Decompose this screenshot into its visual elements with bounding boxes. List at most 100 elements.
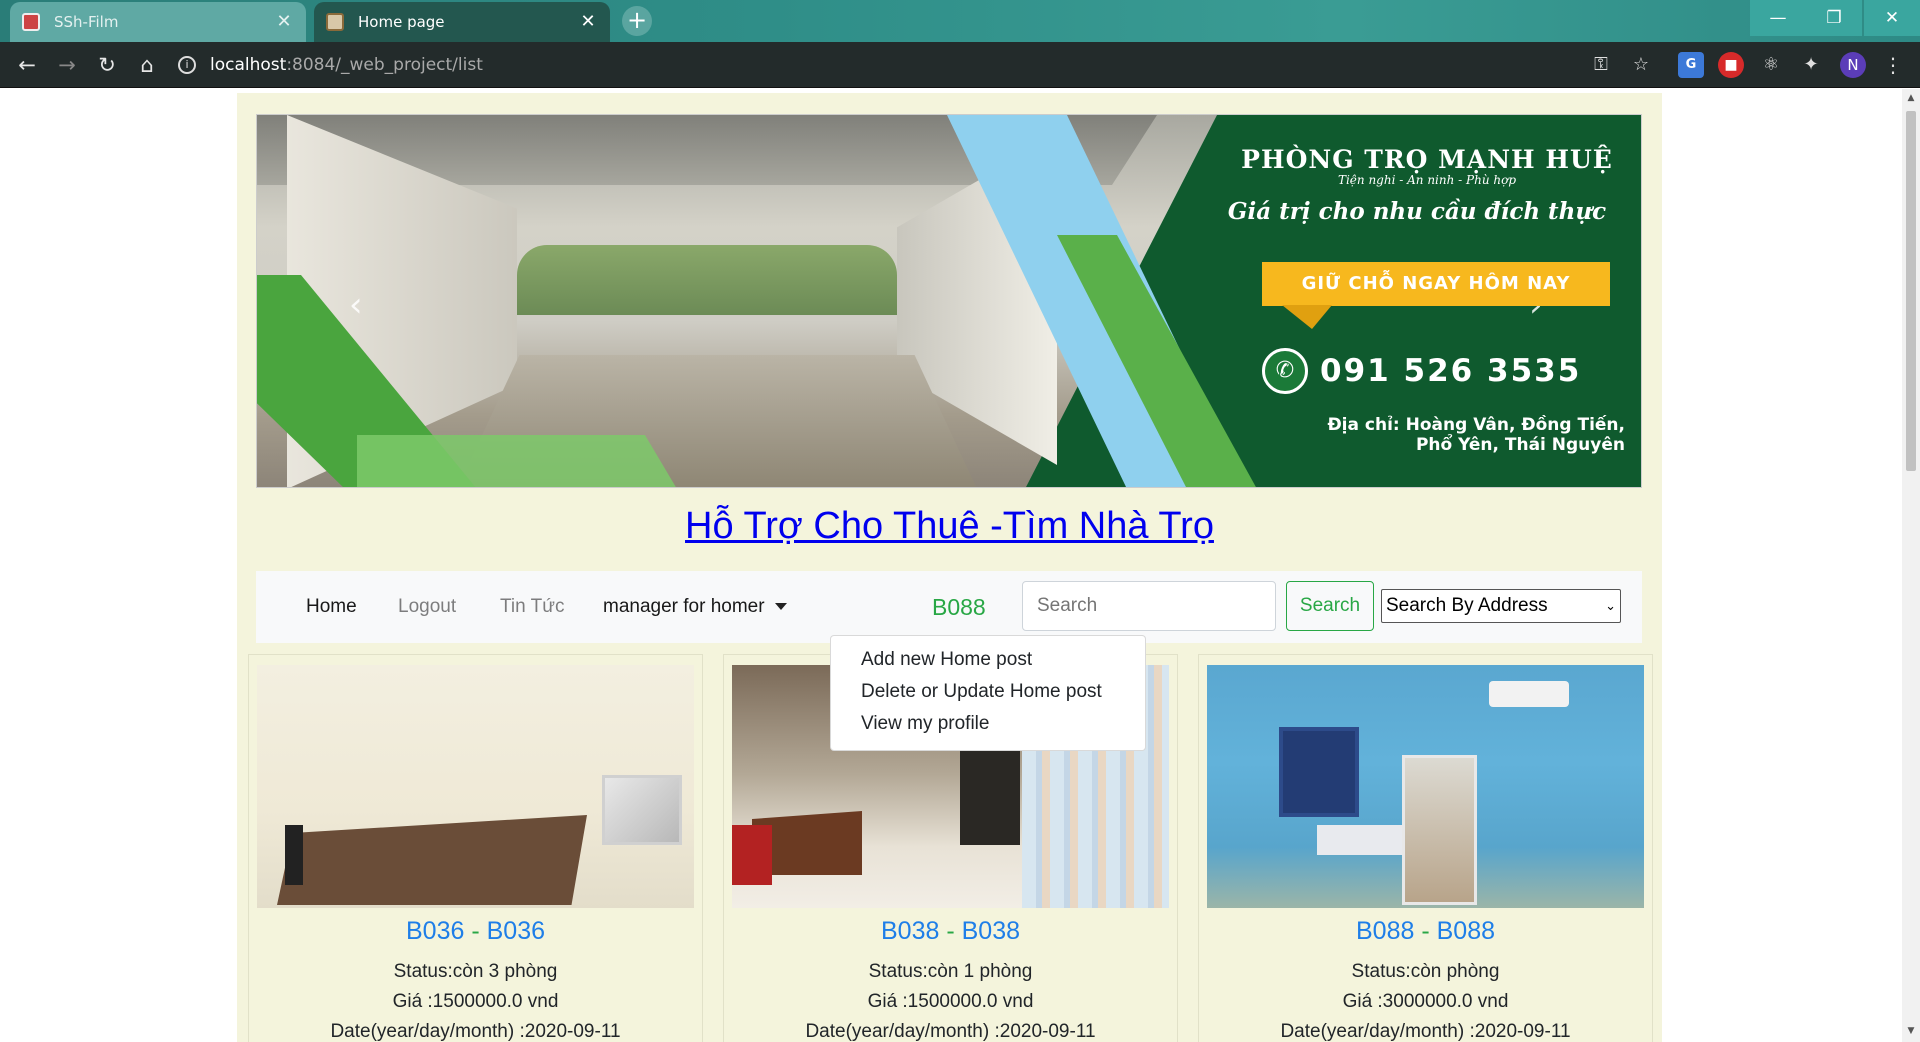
- nav-logout[interactable]: Logout: [398, 571, 456, 643]
- browser-toolbar: ← → ↻ ⌂ i localhost:8084/_web_project/li…: [0, 42, 1920, 88]
- navbar: Home Logout Tin Tức manager for homer B0…: [256, 571, 1642, 643]
- banner-cta-tail: [1282, 305, 1332, 329]
- avatar[interactable]: N: [1840, 52, 1866, 78]
- room-code: B036: [406, 917, 465, 945]
- photo-bed: [277, 815, 587, 905]
- search-by-select[interactable]: Search By Address ⌄: [1381, 589, 1621, 623]
- room-date: Date(year/day/month) :2020-09-11: [330, 1021, 621, 1042]
- translate-icon[interactable]: G: [1678, 52, 1704, 78]
- address-bar[interactable]: i localhost:8084/_web_project/list: [178, 50, 1578, 80]
- photo-counter: [1317, 825, 1407, 855]
- room-date: Date(year/day/month) :2020-09-11: [805, 1021, 1096, 1042]
- room-price: Giá :3000000.0 vnd: [1342, 991, 1509, 1012]
- reload-icon[interactable]: ↻: [92, 50, 122, 80]
- site-heading-link[interactable]: Hỗ Trợ Cho Thuê -Tìm Nhà Trọ: [237, 505, 1662, 548]
- close-tab-icon[interactable]: ✕: [578, 13, 598, 31]
- page-viewport: ‹ › PHÒNG TRỌ MẠNH HUỆ Tiện nghi - An ni…: [0, 89, 1920, 1042]
- tab-home-page[interactable]: Home page ✕: [314, 2, 610, 42]
- page-container: ‹ › PHÒNG TRỌ MẠNH HUỆ Tiện nghi - An ni…: [237, 93, 1662, 1042]
- banner-subtitle: Tiện nghi - An ninh - Phù hợp: [1337, 173, 1517, 187]
- key-icon[interactable]: ⚿: [1588, 52, 1614, 78]
- caret-down-icon: [774, 603, 787, 611]
- chevron-down-icon: ⌄: [1605, 598, 1616, 613]
- forward-icon[interactable]: →: [52, 50, 82, 80]
- restore-icon[interactable]: ❐: [1806, 0, 1862, 36]
- room-title-separator: -: [939, 917, 962, 945]
- menu-icon[interactable]: ⋮: [1880, 52, 1906, 78]
- banner-carousel: ‹ › PHÒNG TRỌ MẠNH HUỆ Tiện nghi - An ni…: [256, 114, 1642, 488]
- room-title[interactable]: B036 - B036: [249, 917, 702, 946]
- room-photo[interactable]: [257, 665, 694, 908]
- room-title-separator: -: [1414, 917, 1437, 945]
- room-code: B038: [881, 917, 940, 945]
- photo-window: [1279, 727, 1359, 817]
- atom-icon[interactable]: ⚛: [1758, 52, 1784, 78]
- banner-title: PHÒNG TRỌ MẠNH HUỆ: [1241, 145, 1613, 174]
- room-date: Date(year/day/month) :2020-09-11: [1280, 1021, 1571, 1042]
- url-host: localhost: [210, 55, 287, 75]
- room-title[interactable]: B088 - B088: [1199, 917, 1652, 946]
- puzzle-icon[interactable]: ✦: [1798, 52, 1824, 78]
- home-icon[interactable]: ⌂: [132, 50, 162, 80]
- scrollbar-thumb[interactable]: [1906, 111, 1916, 471]
- tab-title: Home page: [358, 13, 445, 31]
- phone-icon: ✆: [1262, 348, 1308, 394]
- banner-address: Địa chỉ: Hoàng Vân, Đồng Tiến, Phổ Yên, …: [1247, 415, 1625, 455]
- banner-slogan: Giá trị cho nhu cầu đích thực: [1227, 198, 1607, 225]
- photo-window: [602, 775, 682, 845]
- page-scrollbar[interactable]: ▲ ▼: [1902, 89, 1920, 1042]
- search-input[interactable]: [1022, 581, 1276, 631]
- tab-ssh-film[interactable]: SSh-Film ✕: [10, 2, 306, 42]
- menu-item-view-profile[interactable]: View my profile: [831, 708, 1145, 740]
- info-icon[interactable]: i: [178, 56, 196, 74]
- browser-tab-strip: SSh-Film ✕ Home page ✕ + — ❐ ✕: [0, 0, 1920, 42]
- minimize-icon[interactable]: —: [1750, 0, 1806, 36]
- photo-door: [1402, 755, 1477, 905]
- room-name: B038: [961, 917, 1020, 945]
- nav-home[interactable]: Home: [306, 571, 357, 643]
- banner-phone: 091 526 3535: [1320, 353, 1582, 389]
- new-tab-icon[interactable]: +: [622, 6, 652, 36]
- nav-news[interactable]: Tin Tức: [500, 571, 564, 643]
- nav-manager-label: manager for homer: [603, 596, 765, 617]
- room-name: B036: [486, 917, 545, 945]
- room-price: Giá :1500000.0 vnd: [392, 991, 559, 1012]
- nav-manager-dropdown[interactable]: manager for homer: [603, 571, 787, 643]
- tab-title: SSh-Film: [54, 13, 119, 31]
- extension-red-icon[interactable]: ■: [1718, 52, 1744, 78]
- close-tab-icon[interactable]: ✕: [274, 13, 294, 31]
- room-price: Giá :1500000.0 vnd: [867, 991, 1034, 1012]
- scroll-down-icon[interactable]: ▼: [1905, 1026, 1917, 1038]
- photo-bed-frame: [285, 825, 303, 885]
- room-photo[interactable]: [1207, 665, 1644, 908]
- room-card[interactable]: B036 - B036 Status:còn 3 phòng Giá :1500…: [248, 654, 703, 1042]
- room-status: Status:còn 1 phòng: [868, 961, 1033, 982]
- search-by-value: Search By Address: [1386, 595, 1548, 616]
- close-window-icon[interactable]: ✕: [1864, 0, 1920, 36]
- room-name: B088: [1436, 917, 1495, 945]
- room-card[interactable]: B088 - B088 Status:còn phòng Giá :300000…: [1198, 654, 1653, 1042]
- film-favicon-icon: [22, 13, 40, 31]
- banner-address-line: Địa chỉ: Hoàng Vân, Đồng Tiến,: [1327, 415, 1625, 435]
- search-button[interactable]: Search: [1286, 581, 1374, 631]
- banner-stripe: [357, 435, 677, 487]
- banner-cta: GIỮ CHỖ NGAY HÔM NAY: [1262, 262, 1610, 306]
- page-favicon-icon: [326, 13, 344, 31]
- banner-trees: [517, 245, 897, 315]
- banner-address-line: Phổ Yên, Thái Nguyên: [1415, 435, 1625, 455]
- menu-item-add-post[interactable]: Add new Home post: [831, 644, 1145, 676]
- star-icon[interactable]: ☆: [1628, 52, 1654, 78]
- room-code: B088: [1356, 917, 1415, 945]
- menu-item-delete-update-post[interactable]: Delete or Update Home post: [831, 676, 1145, 708]
- scroll-up-icon[interactable]: ▲: [1905, 93, 1917, 105]
- carousel-prev-icon[interactable]: ‹: [349, 285, 363, 325]
- photo-furniture: [732, 825, 772, 885]
- current-user-label: B088: [932, 594, 986, 620]
- manager-dropdown-menu: Add new Home post Delete or Update Home …: [830, 635, 1146, 751]
- room-title-separator: -: [464, 917, 487, 945]
- photo-air-conditioner: [1489, 681, 1569, 707]
- room-title[interactable]: B038 - B038: [724, 917, 1177, 946]
- back-icon[interactable]: ←: [12, 50, 42, 80]
- room-status: Status:còn 3 phòng: [393, 961, 558, 982]
- url-path: :8084/_web_project/list: [286, 55, 483, 75]
